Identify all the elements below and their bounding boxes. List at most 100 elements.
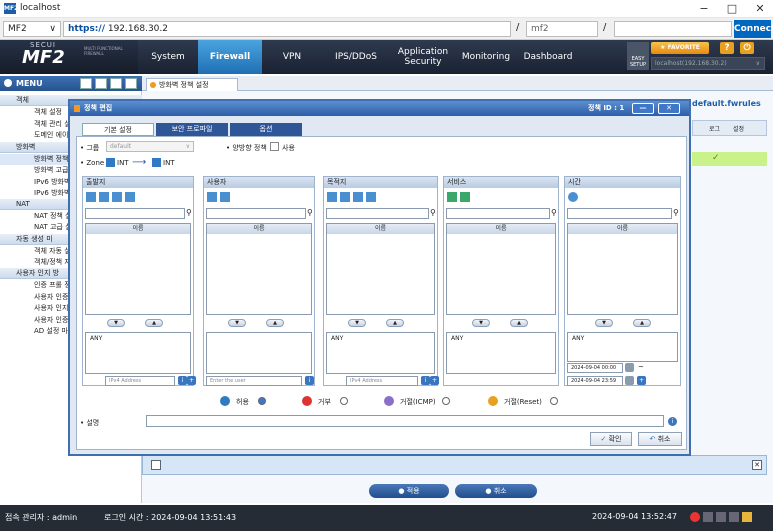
user-selected-list[interactable] — [206, 332, 312, 374]
help-icon[interactable]: ? — [720, 42, 734, 54]
dialog-cancel-button[interactable]: ↶ 취소 — [638, 432, 682, 446]
nav-firewall[interactable]: Firewall — [198, 40, 262, 74]
network-icon[interactable] — [327, 192, 337, 202]
add-icon[interactable]: + — [187, 376, 196, 385]
allow-radio[interactable] — [258, 397, 266, 405]
search-icon[interactable]: ⚲ — [186, 208, 192, 217]
close-icon[interactable]: ✕ — [750, 2, 770, 16]
search-icon[interactable]: ⚲ — [307, 208, 313, 217]
destination-any[interactable]: ANY — [331, 335, 343, 342]
search-icon[interactable]: ⚲ — [673, 208, 679, 217]
source-ip-input[interactable]: IPv4 Address — [105, 376, 175, 386]
info-icon[interactable]: i — [178, 376, 187, 385]
info-icon[interactable]: i — [305, 376, 314, 385]
move-up-button[interactable]: ▲ — [510, 319, 528, 327]
user-list[interactable]: 이름 — [206, 223, 312, 315]
host-icon[interactable] — [99, 192, 109, 202]
info-icon[interactable]: i — [421, 376, 430, 385]
move-up-button[interactable]: ▲ — [386, 319, 404, 327]
tab-name-field[interactable]: mf2 — [526, 21, 598, 37]
service-group-icon[interactable] — [460, 192, 470, 202]
power-icon[interactable]: ⏻ — [740, 42, 754, 54]
group-icon[interactable] — [125, 192, 135, 202]
monitor-icon[interactable] — [729, 512, 739, 522]
group-icon[interactable] — [366, 192, 376, 202]
minimize-icon[interactable]: — — [632, 103, 654, 114]
deny-radio[interactable] — [340, 397, 348, 405]
favorite-button[interactable]: ★ FAVORITE — [651, 42, 709, 54]
menu-expand-icon[interactable] — [125, 78, 137, 89]
connect-button[interactable]: Connect — [734, 20, 773, 38]
destination-selected-list[interactable]: ANY — [326, 332, 435, 374]
zone-to[interactable]: INT — [163, 159, 175, 167]
zone-from[interactable]: INT — [117, 159, 129, 167]
destination-search-input[interactable] — [326, 208, 429, 219]
user-icon[interactable] — [207, 192, 217, 202]
source-list[interactable]: 이름 — [85, 223, 191, 315]
move-down-button[interactable]: ▼ — [595, 319, 613, 327]
move-up-button[interactable]: ▲ — [145, 319, 163, 327]
tab-security-profile[interactable]: 보안 프로파일 — [156, 123, 228, 136]
user-group-icon[interactable] — [220, 192, 230, 202]
nav-ips-ddos[interactable]: IPS/DDoS — [322, 40, 390, 74]
user-input[interactable]: Enter the user — [206, 376, 302, 386]
service-icon[interactable] — [447, 192, 457, 202]
url-field[interactable]: https:// 192.168.30.2 — [63, 21, 511, 37]
time-from-input[interactable]: 2024-09-04 00:00 — [567, 363, 623, 373]
ok-button[interactable]: ✓ 확인 — [590, 432, 632, 446]
selected-rule-row[interactable]: ✓ — [692, 152, 767, 166]
globe-icon[interactable] — [353, 192, 363, 202]
move-up-button[interactable]: ▲ — [633, 319, 651, 327]
source-any[interactable]: ANY — [90, 335, 102, 342]
cancel-button[interactable]: ● 취소 — [455, 484, 537, 498]
nav-dashboard[interactable]: Dashboard — [518, 40, 578, 74]
host-select[interactable]: localhost(192.168.30.2) ∨ — [651, 57, 765, 70]
menu-view-grid-icon[interactable] — [80, 78, 92, 89]
source-selected-list[interactable]: ANY — [85, 332, 191, 374]
move-up-button[interactable]: ▲ — [266, 319, 284, 327]
host-icon[interactable] — [340, 192, 350, 202]
close-icon[interactable]: ✕ — [658, 103, 680, 114]
source-search-input[interactable] — [85, 208, 185, 219]
menu-collapse-icon[interactable] — [110, 78, 122, 89]
profile-select[interactable]: MF2 ∨ — [3, 21, 61, 37]
tab-basic-settings[interactable]: 기본 설정 — [82, 123, 154, 136]
alert-icon[interactable] — [690, 512, 700, 522]
nav-application-security[interactable]: Application Security — [392, 40, 454, 74]
tab-options[interactable]: 옵션 — [230, 123, 302, 136]
user-search-input[interactable] — [206, 208, 306, 219]
move-down-button[interactable]: ▼ — [228, 319, 246, 327]
close-icon[interactable]: ✕ — [752, 460, 762, 470]
monitor-icon[interactable] — [716, 512, 726, 522]
service-selected-list[interactable]: ANY — [446, 332, 556, 374]
nav-monitoring[interactable]: Monitoring — [458, 40, 514, 74]
easy-setup-button[interactable]: EASY SETUP — [627, 42, 649, 70]
user-icon[interactable] — [742, 512, 752, 522]
service-any[interactable]: ANY — [451, 335, 463, 342]
add-icon[interactable]: + — [430, 376, 439, 385]
move-down-button[interactable]: ▼ — [107, 319, 125, 327]
calendar-icon[interactable] — [625, 363, 634, 372]
nav-vpn[interactable]: VPN — [266, 40, 318, 74]
reject-icmp-radio[interactable] — [442, 397, 450, 405]
tab-firewall-policy[interactable]: 방화벽 정책 설정 — [146, 78, 238, 91]
time-search-input[interactable] — [567, 208, 672, 219]
menu-view-list-icon[interactable] — [95, 78, 107, 89]
info-icon[interactable]: i — [668, 417, 677, 426]
destination-list[interactable]: 이름 — [326, 223, 435, 315]
time-any[interactable]: ANY — [572, 335, 584, 342]
bidir-checkbox[interactable] — [270, 142, 279, 151]
maximize-icon[interactable]: □ — [722, 2, 742, 16]
service-list[interactable]: 이름 — [446, 223, 556, 315]
calendar-icon[interactable] — [625, 376, 634, 385]
minimize-icon[interactable]: − — [694, 2, 714, 16]
apply-button[interactable]: ● 적용 — [369, 484, 449, 498]
time-to-input[interactable]: 2024-09-04 23:59 — [567, 376, 623, 386]
destination-ip-input[interactable]: IPv4 Address — [346, 376, 418, 386]
service-search-input[interactable] — [446, 208, 550, 219]
search-icon[interactable]: ⚲ — [551, 208, 557, 217]
add-icon[interactable]: + — [637, 376, 646, 385]
move-down-button[interactable]: ▼ — [348, 319, 366, 327]
nav-system[interactable]: System — [140, 40, 196, 74]
reject-reset-radio[interactable] — [550, 397, 558, 405]
